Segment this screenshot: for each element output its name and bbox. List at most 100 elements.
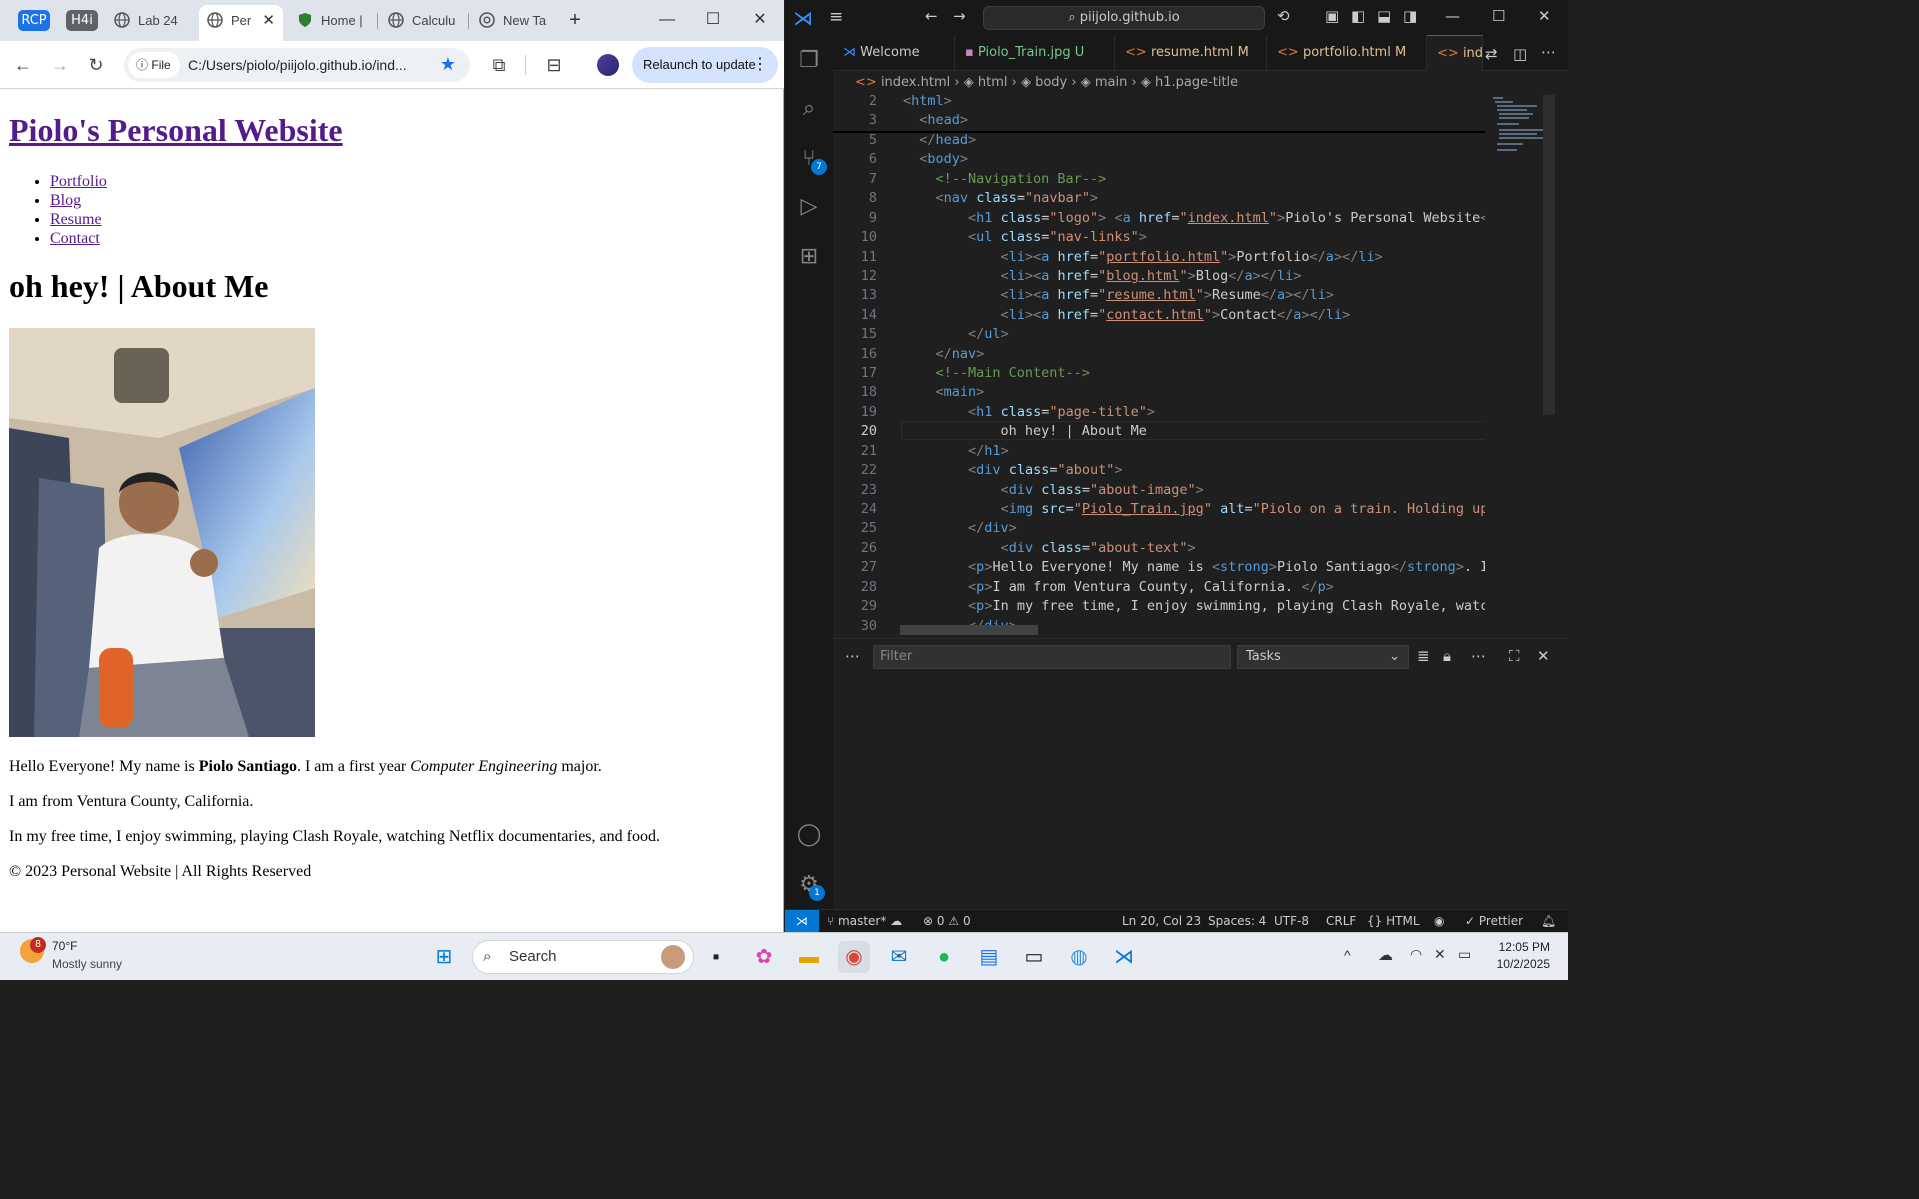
- editor-tab-portfolio[interactable]: <> portfolio.html M: [1267, 35, 1427, 71]
- extensions-icon[interactable]: ⊞: [795, 243, 823, 271]
- close-panel-icon[interactable]: ✕: [1537, 647, 1550, 665]
- taskbar-search[interactable]: ⌕ Search: [472, 940, 694, 974]
- tab-home[interactable]: Home |: [297, 6, 373, 36]
- editor-tab-index[interactable]: <> ind: [1427, 35, 1483, 71]
- vertical-scrollbar[interactable]: [1543, 95, 1555, 415]
- output-channel-select[interactable]: Tasks ⌄: [1237, 645, 1409, 669]
- outlook-icon[interactable]: ✉: [883, 941, 915, 973]
- breadcrumb-item[interactable]: h1.page-title: [1155, 75, 1238, 90]
- close-window-button[interactable]: ✕: [1538, 7, 1551, 25]
- onedrive-icon[interactable]: ☁: [1378, 946, 1393, 964]
- close-tab-icon[interactable]: ✕: [262, 5, 275, 37]
- start-button[interactable]: ⊞: [428, 941, 460, 973]
- remote-indicator[interactable]: ⋊: [785, 910, 819, 932]
- reload-button[interactable]: ↻: [84, 53, 108, 77]
- toggle-secondary-sidebar-icon[interactable]: ◨: [1403, 7, 1417, 25]
- breadcrumb-item[interactable]: body: [1035, 75, 1067, 90]
- copilot-icon[interactable]: ⟲: [1277, 7, 1290, 25]
- search-icon[interactable]: ⌕: [795, 95, 823, 123]
- toggle-panel-icon[interactable]: ⬓: [1377, 7, 1391, 25]
- extensions-icon[interactable]: ⧉: [487, 53, 511, 77]
- close-window-button[interactable]: ✕: [750, 10, 770, 30]
- nav-link-blog[interactable]: Blog: [50, 192, 81, 209]
- encoding[interactable]: UTF-8: [1274, 910, 1309, 932]
- prettier-status[interactable]: ✓ Prettier: [1465, 910, 1523, 932]
- clock-time[interactable]: 12:05 PM: [1492, 940, 1550, 954]
- address-bar[interactable]: ⓘ File C:/Users/piolo/piijolo.github.io/…: [124, 48, 470, 82]
- task-view-icon[interactable]: ▪: [700, 941, 732, 973]
- minimize-button[interactable]: —: [1445, 7, 1460, 25]
- file-explorer-icon[interactable]: ▬: [793, 941, 825, 973]
- tab-new-tab[interactable]: New Ta: [479, 6, 549, 36]
- account-icon[interactable]: ◯: [795, 821, 823, 849]
- toggle-sidebar-icon[interactable]: ◧: [1351, 7, 1365, 25]
- tab-lab24[interactable]: Lab 24: [114, 6, 192, 36]
- vscode-icon[interactable]: ⋊: [1108, 941, 1140, 973]
- nav-link-contact[interactable]: Contact: [50, 230, 100, 247]
- compare-changes-icon[interactable]: ⇄: [1485, 45, 1498, 63]
- indentation[interactable]: Spaces: 4: [1208, 910, 1266, 932]
- editor-tab-resume[interactable]: <> resume.html M: [1115, 35, 1267, 71]
- weather-temp[interactable]: 70°F: [52, 939, 77, 953]
- code-editor[interactable]: 2 3 5 6 7 8 9 10 11 12 13 14 15 16 17 18 19 20 21 22 23 24 25 2…: [833, 93, 1488, 637]
- forward-button[interactable]: →: [48, 53, 72, 77]
- editor-tab-welcome[interactable]: ⋊ Welcome: [833, 35, 955, 71]
- chrome-icon[interactable]: ◉: [838, 941, 870, 973]
- minimize-button[interactable]: —: [657, 10, 677, 30]
- nav-link-resume[interactable]: Resume: [50, 211, 102, 228]
- url-text[interactable]: C:/Users/piolo/piijolo.github.io/ind...: [188, 48, 424, 82]
- copilot-icon[interactable]: ✿: [748, 941, 780, 973]
- maximize-panel-icon[interactable]: ⛶: [1509, 647, 1520, 665]
- new-tab-button[interactable]: +: [565, 10, 585, 30]
- nav-back-icon[interactable]: ←: [925, 7, 938, 25]
- clock-date[interactable]: 10/2/2025: [1492, 957, 1550, 971]
- volume-muted-icon[interactable]: ✕: [1434, 946, 1446, 963]
- chevron-up-icon[interactable]: ^: [1344, 947, 1351, 963]
- more-views-icon[interactable]: ⋯: [845, 647, 860, 665]
- kebab-menu-icon[interactable]: ⋮: [752, 47, 768, 83]
- profile-avatar[interactable]: [597, 54, 619, 76]
- tab-group-rcp[interactable]: RCP: [18, 10, 50, 31]
- minimap[interactable]: [1485, 93, 1555, 637]
- notepad-icon[interactable]: ▤: [973, 941, 1005, 973]
- command-center-search[interactable]: ⌕ piijolo.github.io: [983, 6, 1265, 30]
- spotify-icon[interactable]: ●: [928, 941, 960, 973]
- word-wrap-icon[interactable]: ≣: [1417, 647, 1430, 665]
- tab-personal-website[interactable]: Per ✕: [199, 5, 283, 41]
- nav-link-portfolio[interactable]: Portfolio: [50, 173, 107, 190]
- browser-app-icon[interactable]: ◍: [1063, 941, 1095, 973]
- split-editor-icon[interactable]: ◫: [1513, 45, 1527, 63]
- horizontal-scrollbar[interactable]: [900, 625, 1038, 635]
- copilot-status-icon[interactable]: ◉: [1434, 910, 1444, 932]
- run-debug-icon[interactable]: ▷: [795, 193, 823, 221]
- problems-indicator[interactable]: ⊗ 0 ⚠ 0: [923, 910, 971, 932]
- maximize-button[interactable]: ☐: [1492, 7, 1505, 25]
- tab-group-h4i[interactable]: H4i: [66, 10, 98, 31]
- relaunch-button[interactable]: Relaunch to update ⋮: [632, 47, 778, 83]
- bookmark-star-icon[interactable]: ★: [440, 54, 456, 75]
- line-ending[interactable]: CRLF: [1326, 910, 1356, 932]
- git-branch[interactable]: ⑂ master* ☁: [827, 910, 902, 932]
- notifications-bell-icon[interactable]: 🔔︎: [1541, 910, 1556, 932]
- layout-icon[interactable]: ▣: [1325, 7, 1339, 25]
- output-filter-input[interactable]: Filter: [873, 645, 1231, 669]
- cursor-position[interactable]: Ln 20, Col 23: [1122, 910, 1201, 932]
- terminal-icon[interactable]: ▭: [1018, 941, 1050, 973]
- editor-tab-piolo-train[interactable]: ▪ Piolo_Train.jpg U: [955, 35, 1115, 71]
- breadcrumb-item[interactable]: html: [978, 75, 1008, 90]
- weather-desc[interactable]: Mostly sunny: [52, 957, 122, 971]
- wifi-icon[interactable]: ◠: [1410, 946, 1422, 963]
- battery-icon[interactable]: ▭: [1458, 946, 1471, 963]
- more-actions-icon[interactable]: ⋯: [1471, 647, 1486, 665]
- site-info-chip[interactable]: ⓘ File: [128, 52, 180, 78]
- explorer-icon[interactable]: ❐: [795, 47, 823, 75]
- back-button[interactable]: ←: [11, 53, 35, 77]
- site-logo-link[interactable]: Piolo's Personal Website: [9, 112, 343, 149]
- lock-icon[interactable]: 🔒︎: [1443, 647, 1451, 665]
- language-mode[interactable]: {} HTML: [1367, 910, 1420, 932]
- tab-search-icon[interactable]: ⊟: [542, 53, 566, 77]
- breadcrumb-item[interactable]: main: [1095, 75, 1127, 90]
- nav-forward-icon[interactable]: →: [953, 7, 966, 25]
- menu-icon[interactable]: ≡: [829, 7, 843, 27]
- more-actions-icon[interactable]: ⋯: [1541, 43, 1556, 61]
